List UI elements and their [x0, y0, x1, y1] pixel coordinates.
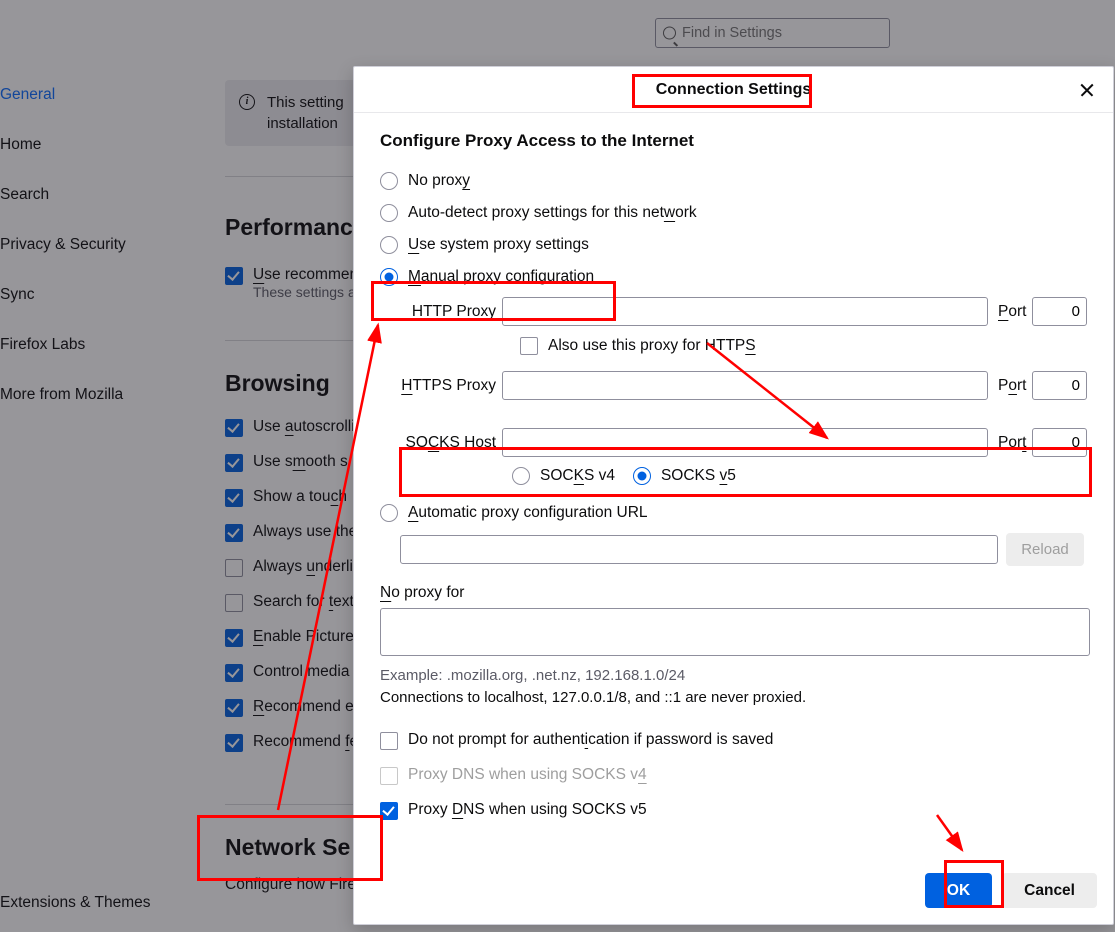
https-proxy-input[interactable]: [502, 371, 988, 400]
socks-host-row: SOCKS Host Port: [400, 424, 1087, 461]
also-https-checkbox[interactable]: [520, 337, 538, 355]
radio-auto-url-label: Automatic proxy configuration URL: [408, 504, 648, 522]
radio-system-proxy[interactable]: Use system proxy settings: [380, 229, 1087, 261]
socks-port-label: Port: [994, 434, 1026, 452]
radio-auto-detect-label: Auto-detect proxy settings for this netw…: [408, 204, 697, 222]
socks-v4-label: SOCKS v4: [540, 467, 615, 485]
radio-auto-detect[interactable]: Auto-detect proxy settings for this netw…: [380, 197, 1087, 229]
dialog-heading: Configure Proxy Access to the Internet: [380, 131, 1087, 151]
http-proxy-input[interactable]: [502, 297, 988, 326]
dns-v5-label: Proxy DNS when using SOCKS v5: [408, 801, 647, 819]
localhost-note: Connections to localhost, 127.0.0.1/8, a…: [380, 687, 1087, 709]
also-https-row[interactable]: Also use this proxy for HTTPS: [400, 330, 1087, 367]
http-port-label: Port: [994, 303, 1026, 321]
close-icon[interactable]: [1077, 80, 1097, 100]
radio-system-proxy-label: Use system proxy settings: [408, 236, 589, 254]
dialog-title: Connection Settings: [656, 81, 812, 99]
radio-manual-proxy-input[interactable]: [380, 268, 398, 286]
no-proxy-for-label: No proxy for: [380, 584, 1087, 602]
no-proxy-example: Example: .mozilla.org, .net.nz, 192.168.…: [380, 665, 1087, 687]
auth-checkbox[interactable]: [380, 732, 398, 750]
socks-port-input[interactable]: [1032, 428, 1087, 457]
socks-v5-radio[interactable]: SOCKS v5: [633, 467, 736, 485]
cancel-button[interactable]: Cancel: [1002, 873, 1097, 908]
https-port-input[interactable]: [1032, 371, 1087, 400]
radio-no-proxy[interactable]: No proxy: [380, 165, 1087, 197]
no-proxy-for-input[interactable]: [380, 608, 1090, 656]
https-proxy-label: HTTPS Proxy: [400, 377, 496, 395]
socks-host-input[interactable]: [502, 428, 988, 457]
dns-v4-checkbox: [380, 767, 398, 785]
auth-row[interactable]: Do not prompt for authentication if pass…: [380, 723, 1087, 758]
https-port-label: Port: [994, 377, 1026, 395]
http-proxy-label: HTTP Proxy: [400, 303, 496, 321]
radio-manual-proxy-label: Manual proxy configuration: [408, 268, 594, 286]
auth-label: Do not prompt for authentication if pass…: [408, 731, 773, 749]
socks-v5-input[interactable]: [633, 467, 651, 485]
radio-no-proxy-input[interactable]: [380, 172, 398, 190]
dns-v4-label: Proxy DNS when using SOCKS v4: [408, 766, 647, 784]
http-port-input[interactable]: [1032, 297, 1087, 326]
dns-v5-row[interactable]: Proxy DNS when using SOCKS v5: [380, 793, 1087, 828]
also-https-label: Also use this proxy for HTTPS: [548, 337, 756, 355]
socks-v4-input[interactable]: [512, 467, 530, 485]
ok-button[interactable]: OK: [925, 873, 992, 908]
radio-auto-url-input[interactable]: [380, 504, 398, 522]
socks-v5-label: SOCKS v5: [661, 467, 736, 485]
radio-manual-proxy[interactable]: Manual proxy configuration: [380, 261, 1087, 293]
radio-system-proxy-input[interactable]: [380, 236, 398, 254]
radio-no-proxy-label: No proxy: [408, 172, 470, 190]
socks-host-label: SOCKS Host: [400, 434, 496, 452]
dns-v5-checkbox[interactable]: [380, 802, 398, 820]
auto-url-input[interactable]: [400, 535, 998, 564]
connection-settings-dialog: Connection Settings Configure Proxy Acce…: [353, 66, 1114, 925]
dns-v4-row: Proxy DNS when using SOCKS v4: [380, 758, 1087, 793]
socks-v4-radio[interactable]: SOCKS v4: [512, 467, 615, 485]
radio-auto-url[interactable]: Automatic proxy configuration URL: [380, 497, 1087, 529]
https-proxy-row: HTTPS Proxy Port: [400, 367, 1087, 404]
radio-auto-detect-input[interactable]: [380, 204, 398, 222]
http-proxy-row: HTTP Proxy Port: [400, 293, 1087, 330]
reload-button[interactable]: Reload: [1006, 533, 1084, 566]
